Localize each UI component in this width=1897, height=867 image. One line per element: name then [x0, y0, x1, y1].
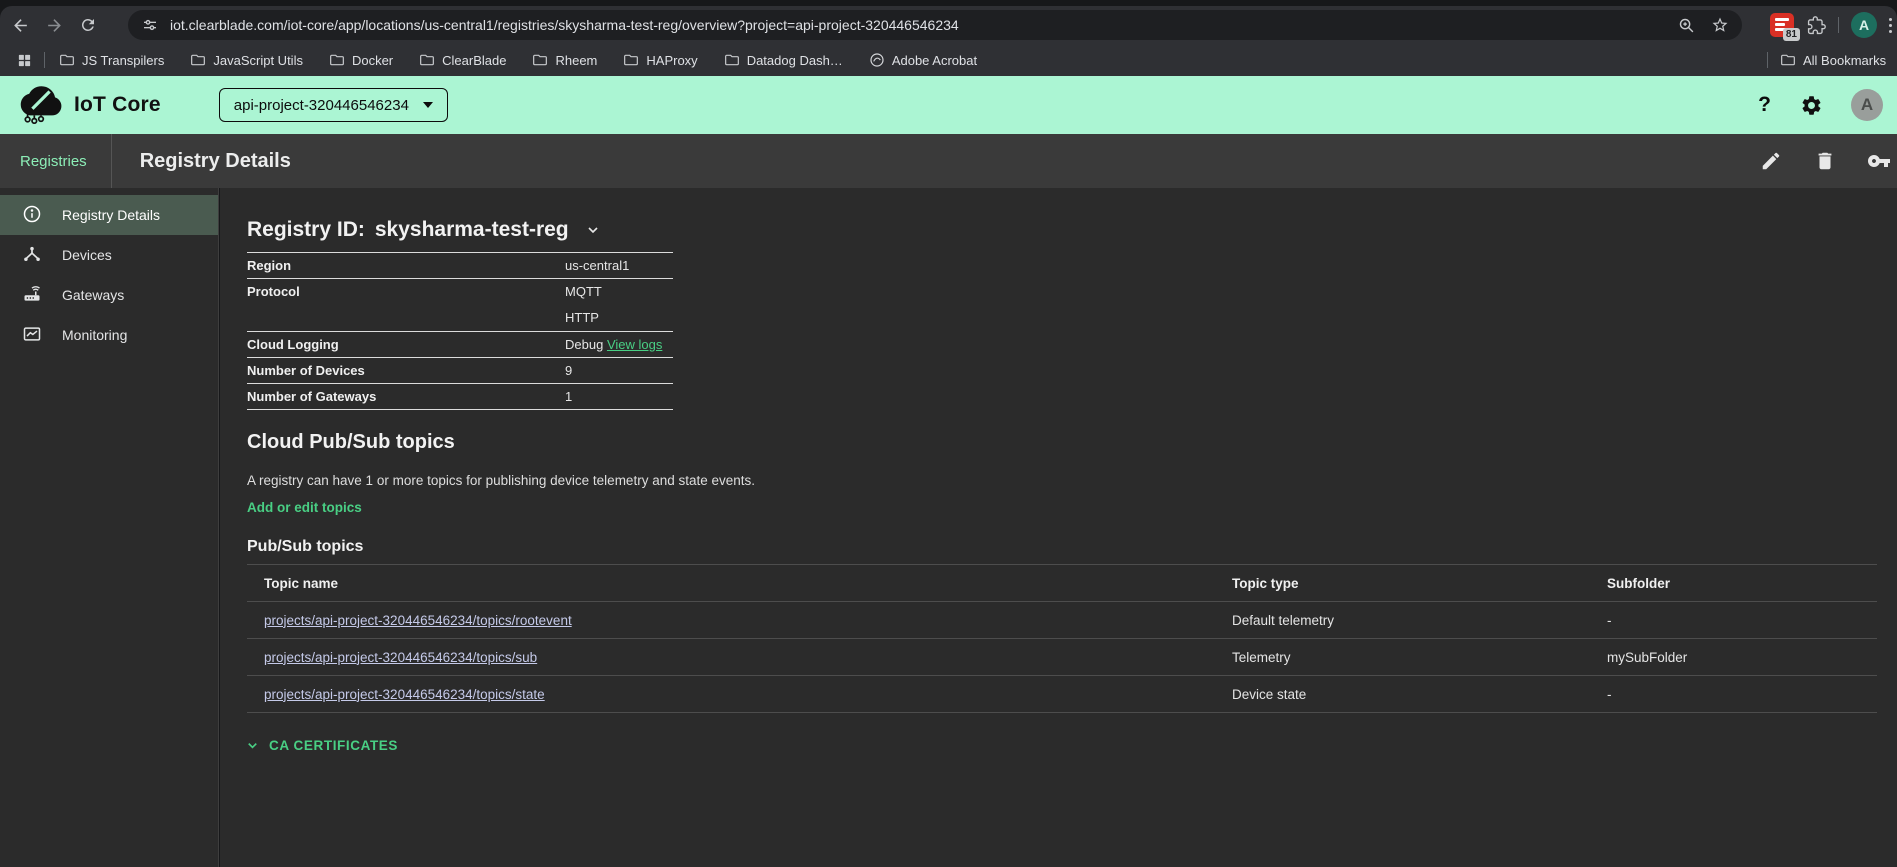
reload-icon[interactable] [78, 15, 98, 35]
monitoring-chart-icon [22, 324, 42, 347]
bookmark-folder-haproxy[interactable]: HAProxy [623, 52, 697, 68]
topic-link-state[interactable]: projects/api-project-320446546234/topics… [264, 687, 545, 702]
browser-toolbar: iot.clearblade.com/iot-core/app/location… [0, 6, 1897, 44]
devices-icon [22, 244, 42, 267]
pubsub-description: A registry can have 1 or more topics for… [247, 473, 755, 488]
back-icon[interactable] [10, 15, 30, 35]
registry-chevron-down-icon[interactable] [585, 222, 601, 238]
page-navbar: Registries Registry Details [0, 134, 1897, 188]
sidebar-item-gateways[interactable]: Gateways [0, 275, 218, 315]
app-brand: IoT Core [18, 81, 161, 130]
bookmark-folder-js-transpilers[interactable]: JS Transpilers [59, 52, 164, 68]
help-button[interactable]: ? [1758, 93, 1771, 117]
gateway-router-icon [22, 284, 42, 307]
registry-details-table: Region us-central1 Protocol MQTT HTTP Cl… [247, 252, 673, 410]
topic-link-rootevent[interactable]: projects/api-project-320446546234/topics… [264, 613, 572, 628]
detail-row-num-gateways: Number of Gateways 1 [247, 384, 673, 410]
bookmark-folder-datadog[interactable]: Datadog Dash… [724, 52, 843, 68]
column-topic-name: Topic name [247, 576, 1232, 591]
info-icon [22, 204, 42, 227]
all-bookmarks-button[interactable]: All Bookmarks [1780, 52, 1886, 68]
table-row: projects/api-project-320446546234/topics… [247, 602, 1877, 639]
all-bookmarks-separator [1767, 52, 1768, 68]
detail-row-protocol: Protocol MQTT HTTP [247, 279, 673, 332]
extension-badge: 81 [1783, 28, 1800, 41]
detail-row-cloud-logging: Cloud Logging Debug View logs [247, 332, 673, 358]
zoom-icon[interactable] [1676, 15, 1696, 35]
detail-row-region: Region us-central1 [247, 253, 673, 279]
settings-gear-icon[interactable] [1799, 93, 1823, 117]
sidebar: Registry Details Devices Gateways [0, 188, 219, 867]
add-edit-topics-link[interactable]: Add or edit topics [247, 500, 362, 515]
pubsub-section-heading: Cloud Pub/Sub topics [247, 431, 455, 454]
bookmarks-separator [44, 52, 45, 68]
detail-row-num-devices: Number of Devices 9 [247, 358, 673, 384]
browser-avatar[interactable]: A [1851, 12, 1877, 38]
table-row: projects/api-project-320446546234/topics… [247, 676, 1877, 713]
bookmark-adobe-acrobat[interactable]: Adobe Acrobat [869, 52, 977, 68]
ca-certificates-toggle[interactable]: CA CERTIFICATES [245, 738, 398, 753]
bookmark-folder-clearblade[interactable]: ClearBlade [419, 52, 506, 68]
main-content: Registry ID: skysharma-test-reg Region u… [220, 188, 1897, 867]
site-controls-icon[interactable] [140, 15, 160, 35]
project-selector[interactable]: api-project-320446546234 [219, 88, 448, 122]
app-header: IoT Core api-project-320446546234 ? A [0, 76, 1897, 134]
page-title: Registry Details [140, 150, 291, 173]
product-name: IoT Core [74, 93, 161, 117]
sidebar-item-devices[interactable]: Devices [0, 235, 218, 275]
iot-core-logo-icon [18, 81, 64, 130]
navbar-separator [111, 134, 112, 188]
url-bar[interactable]: iot.clearblade.com/iot-core/app/location… [128, 10, 1742, 40]
column-subfolder: Subfolder [1607, 576, 1877, 591]
registry-id-heading: Registry ID: skysharma-test-reg [247, 218, 601, 242]
delete-trash-icon[interactable] [1813, 149, 1837, 173]
user-avatar[interactable]: A [1851, 89, 1883, 121]
url-text[interactable]: iot.clearblade.com/iot-core/app/location… [170, 17, 1676, 33]
chevron-down-icon [423, 102, 433, 108]
registry-id-value: skysharma-test-reg [375, 218, 569, 242]
forward-icon[interactable] [44, 15, 64, 35]
pubsub-topics-table: Topic name Topic type Subfolder projects… [247, 564, 1877, 713]
table-row: projects/api-project-320446546234/topics… [247, 639, 1877, 676]
view-logs-link[interactable]: View logs [607, 337, 662, 352]
bookmarks-bar: JS Transpilers JavaScript Utils Docker C… [0, 44, 1897, 76]
sidebar-item-monitoring[interactable]: Monitoring [0, 315, 218, 355]
topics-table-header: Topic name Topic type Subfolder [247, 564, 1877, 602]
bookmark-folder-javascript-utils[interactable]: JavaScript Utils [190, 52, 303, 68]
apps-grid-icon[interactable] [14, 50, 34, 70]
bookmark-folder-docker[interactable]: Docker [329, 52, 393, 68]
pubsub-table-title: Pub/Sub topics [247, 538, 363, 556]
edit-pencil-icon[interactable] [1759, 149, 1783, 173]
sidebar-item-registry-details[interactable]: Registry Details [0, 195, 218, 235]
registries-breadcrumb-link[interactable]: Registries [20, 153, 87, 170]
topic-link-sub[interactable]: projects/api-project-320446546234/topics… [264, 650, 537, 665]
bookmark-folder-rheem[interactable]: Rheem [532, 52, 597, 68]
key-icon[interactable] [1867, 149, 1891, 173]
extensions-puzzle-icon[interactable] [1806, 15, 1826, 35]
pinned-extension-icon[interactable]: 81 [1770, 13, 1794, 37]
bookmark-star-icon[interactable] [1710, 15, 1730, 35]
toolbar-separator [1838, 17, 1839, 33]
browser-menu-icon[interactable] [1889, 18, 1893, 33]
column-topic-type: Topic type [1232, 576, 1607, 591]
ca-chevron-down-icon [245, 738, 260, 753]
